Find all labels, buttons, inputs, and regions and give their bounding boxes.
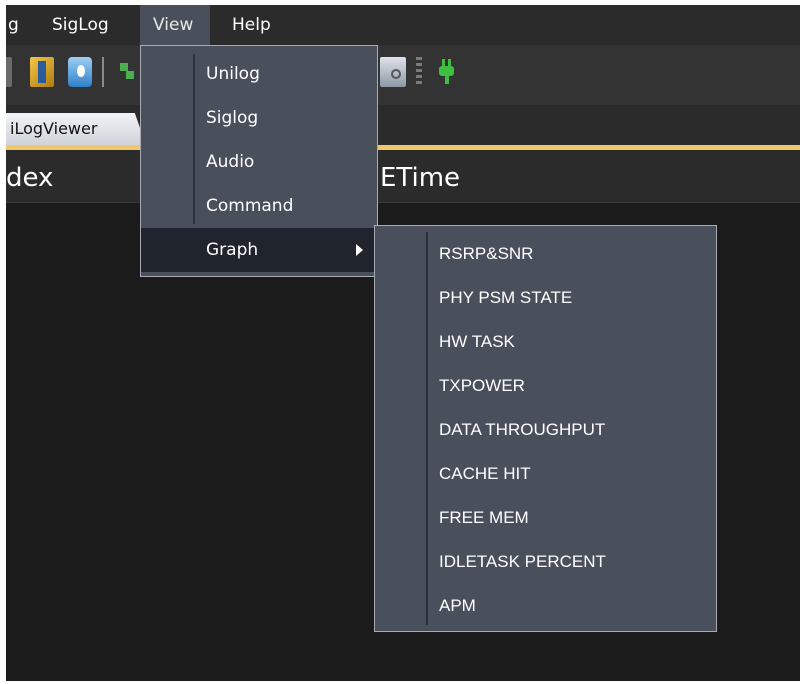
toolbar [6,45,800,105]
menu-gutter [426,232,428,625]
menubar-item-help[interactable]: Help [220,5,292,45]
database-help-icon[interactable] [68,57,92,87]
tab-unilogviewer[interactable]: iLogViewer [6,113,146,145]
menu-item-audio[interactable]: Audio [141,140,377,184]
log-file-icon[interactable] [6,57,12,87]
search-document-icon[interactable] [380,57,406,87]
plug-glyph [439,59,454,84]
column-header-index[interactable]: dex [6,150,53,202]
graph-submenu: RSRP&SNR PHY PSM STATE HW TASK TXPOWER D… [374,225,717,632]
toolbar-grip [416,57,422,87]
graph-item-data-throughput[interactable]: DATA THROUGHPUT [439,408,605,452]
log-list-header: dex ETime [6,150,800,203]
graph-item-rsrp-snr[interactable]: RSRP&SNR [439,232,533,276]
filter-icon[interactable] [116,57,138,87]
document-tabstrip: iLogViewer [6,105,800,149]
menu-item-command[interactable]: Command [141,184,377,228]
filter-glyph [120,63,134,79]
plug-icon[interactable] [432,57,460,87]
menu-item-unilog[interactable]: Unilog [141,52,377,96]
app-window: g SigLog View Help iLogViewer dex ETime … [6,5,800,681]
view-menu: Unilog Siglog Audio Command Graph [140,45,378,277]
graph-item-cache-hit[interactable]: CACHE HIT [439,452,531,496]
menubar: g SigLog View Help [6,5,800,45]
toolbar-separator [102,57,104,87]
submenu-arrow-icon [356,244,363,256]
menubar-item-view[interactable]: View [140,5,210,45]
archive-stripe [38,61,46,83]
graph-item-hw-task[interactable]: HW TASK [439,320,515,364]
menubar-item-siglog[interactable]: SigLog [42,5,138,45]
magnifier [391,69,401,79]
column-header-etime[interactable]: ETime [380,150,460,202]
menubar-item-log[interactable]: g [6,5,30,45]
menu-item-label: Audio [206,152,255,172]
menu-item-graph[interactable]: Graph [141,228,377,272]
graph-item-phy-psm-state[interactable]: PHY PSM STATE [439,276,572,320]
menu-item-label: Command [206,196,294,216]
menu-item-siglog[interactable]: Siglog [141,96,377,140]
graph-item-free-mem[interactable]: FREE MEM [439,496,529,540]
graph-item-txpower[interactable]: TXPOWER [439,364,525,408]
help-dot [77,65,85,77]
graph-item-idletask-percent[interactable]: IDLETASK PERCENT [439,540,606,584]
archive-icon[interactable] [30,57,54,87]
menu-item-label: Siglog [206,108,259,128]
menu-item-label: Graph [206,240,259,260]
graph-item-apm[interactable]: APM [439,584,476,628]
menu-item-label: Unilog [206,64,260,84]
